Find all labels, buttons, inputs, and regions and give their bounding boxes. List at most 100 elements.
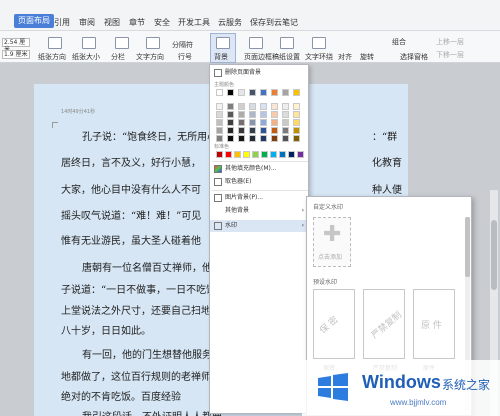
group-button[interactable]: 组合 <box>392 37 406 47</box>
standard-color-swatch[interactable] <box>252 151 259 158</box>
background-button[interactable]: 背景 <box>210 33 236 63</box>
theme-color-swatch[interactable] <box>293 111 300 118</box>
theme-color-swatch[interactable] <box>249 127 256 134</box>
bring-forward-button[interactable]: 上移一层 <box>436 37 464 47</box>
scrollbar-thumb[interactable] <box>491 220 497 290</box>
theme-color-swatch[interactable] <box>282 111 289 118</box>
theme-color-swatch[interactable] <box>282 89 289 96</box>
standard-color-swatch[interactable] <box>297 151 304 158</box>
theme-color-swatch[interactable] <box>249 135 256 142</box>
color-picker-item[interactable]: 取色器(E) <box>210 176 308 188</box>
preset-watermark-card[interactable]: 保 密 <box>313 289 355 359</box>
selection-pane-button[interactable]: 选择窗格 <box>400 52 428 62</box>
theme-color-swatch[interactable] <box>238 103 245 110</box>
theme-color-swatch[interactable] <box>249 119 256 126</box>
theme-color-swatch[interactable] <box>260 103 267 110</box>
theme-color-swatch[interactable] <box>238 119 245 126</box>
theme-color-swatch[interactable] <box>227 89 234 96</box>
standard-color-swatch[interactable] <box>234 151 241 158</box>
tab-chapter[interactable]: 章节 <box>129 17 145 28</box>
rotate-button[interactable]: 旋转 <box>360 52 374 62</box>
theme-color-swatch[interactable] <box>271 103 278 110</box>
other-background-item[interactable]: 其他背景 › <box>210 205 308 217</box>
more-fill-colors-item[interactable]: 其他填充颜色(M)... <box>210 163 308 175</box>
theme-color-swatch[interactable] <box>227 119 234 126</box>
theme-color-swatch[interactable] <box>216 119 223 126</box>
columns-button[interactable]: 分栏 <box>111 52 125 62</box>
theme-color-swatch[interactable] <box>282 119 289 126</box>
theme-color-swatch[interactable] <box>249 111 256 118</box>
remove-background-item[interactable]: 删除页面背景 <box>210 67 308 79</box>
align-button[interactable]: 对齐 <box>338 52 352 62</box>
theme-color-swatch[interactable] <box>238 89 245 96</box>
theme-color-swatch[interactable] <box>293 127 300 134</box>
submenu-scroll-thumb[interactable] <box>465 217 470 277</box>
standard-color-swatch[interactable] <box>225 151 232 158</box>
theme-color-swatch[interactable] <box>238 135 245 142</box>
theme-color-swatch[interactable] <box>260 119 267 126</box>
preset-watermark-card[interactable]: 严禁复制 <box>363 289 405 359</box>
theme-color-swatch[interactable] <box>260 89 267 96</box>
tab-save-cloud-note[interactable]: 保存到云笔记 <box>250 17 298 28</box>
add-watermark-button[interactable]: ✚ 点击添加 <box>313 217 351 267</box>
tab-review[interactable]: 审阅 <box>79 17 95 28</box>
theme-color-swatch[interactable] <box>271 135 278 142</box>
theme-color-swatch[interactable] <box>271 111 278 118</box>
watermark-item[interactable]: 水印 › <box>210 220 308 232</box>
theme-color-swatch[interactable] <box>271 89 278 96</box>
theme-color-swatch[interactable] <box>293 119 300 126</box>
manuscript-settings-button[interactable]: 稿纸设置 <box>272 52 300 62</box>
theme-color-swatch[interactable] <box>271 127 278 134</box>
tab-view[interactable]: 视图 <box>104 17 120 28</box>
theme-color-swatch[interactable] <box>216 89 223 96</box>
tab-developer[interactable]: 开发工具 <box>178 17 210 28</box>
theme-color-swatch[interactable] <box>293 89 300 96</box>
theme-color-swatch[interactable] <box>260 135 267 142</box>
theme-color-swatch[interactable] <box>216 127 223 134</box>
page-border-button[interactable]: 页面边框 <box>244 52 272 62</box>
theme-color-swatch[interactable] <box>227 111 234 118</box>
site-watermark-badge: Windows 系统之家 www.bjjmlv.com <box>302 360 500 416</box>
tab-references[interactable]: 引用 <box>54 17 70 28</box>
margin-left-field[interactable]: 1.9 厘米 <box>2 50 30 59</box>
preset-watermark-card[interactable]: 原 件 <box>413 289 455 359</box>
theme-color-swatch[interactable] <box>216 135 223 142</box>
theme-color-swatch[interactable] <box>216 111 223 118</box>
theme-color-swatch[interactable] <box>216 103 223 110</box>
standard-color-swatch[interactable] <box>216 151 223 158</box>
tab-page-layout[interactable]: 页面布局 <box>14 14 54 28</box>
tab-cloud-service[interactable]: 云服务 <box>218 17 242 28</box>
theme-color-swatch[interactable] <box>249 89 256 96</box>
send-backward-button[interactable]: 下移一层 <box>436 50 464 60</box>
theme-color-swatch[interactable] <box>260 127 267 134</box>
orientation-button[interactable]: 纸张方向 <box>38 52 66 62</box>
theme-color-swatch[interactable] <box>227 135 234 142</box>
theme-color-swatch[interactable] <box>282 135 289 142</box>
text-direction-button[interactable]: 文字方向 <box>136 52 164 62</box>
picture-background-item[interactable]: 图片背景(P)... <box>210 192 308 204</box>
theme-color-swatch[interactable] <box>238 111 245 118</box>
standard-color-swatch[interactable] <box>261 151 268 158</box>
paper-size-icon <box>82 37 96 49</box>
theme-color-swatch[interactable] <box>282 127 289 134</box>
theme-color-swatch[interactable] <box>260 111 267 118</box>
standard-color-swatch[interactable] <box>270 151 277 158</box>
theme-color-swatch[interactable] <box>293 135 300 142</box>
line-numbers-button[interactable]: 行号 <box>178 52 192 62</box>
add-watermark-label: 点击添加 <box>318 254 343 261</box>
theme-color-swatch[interactable] <box>227 127 234 134</box>
margin-top-field[interactable]: 2.54 厘米 <box>2 38 30 53</box>
theme-color-swatch[interactable] <box>282 103 289 110</box>
theme-color-swatch[interactable] <box>249 103 256 110</box>
standard-color-swatch[interactable] <box>279 151 286 158</box>
standard-color-swatch[interactable] <box>288 151 295 158</box>
breaks-button[interactable]: 分隔符 <box>172 40 193 50</box>
standard-color-swatch[interactable] <box>243 151 250 158</box>
paper-size-button[interactable]: 纸张大小 <box>72 52 100 62</box>
theme-color-swatch[interactable] <box>227 103 234 110</box>
tab-security[interactable]: 安全 <box>154 17 170 28</box>
theme-color-swatch[interactable] <box>271 119 278 126</box>
theme-color-swatch[interactable] <box>238 127 245 134</box>
text-wrap-button[interactable]: 文字环绕 <box>305 52 333 62</box>
theme-color-swatch[interactable] <box>293 103 300 110</box>
